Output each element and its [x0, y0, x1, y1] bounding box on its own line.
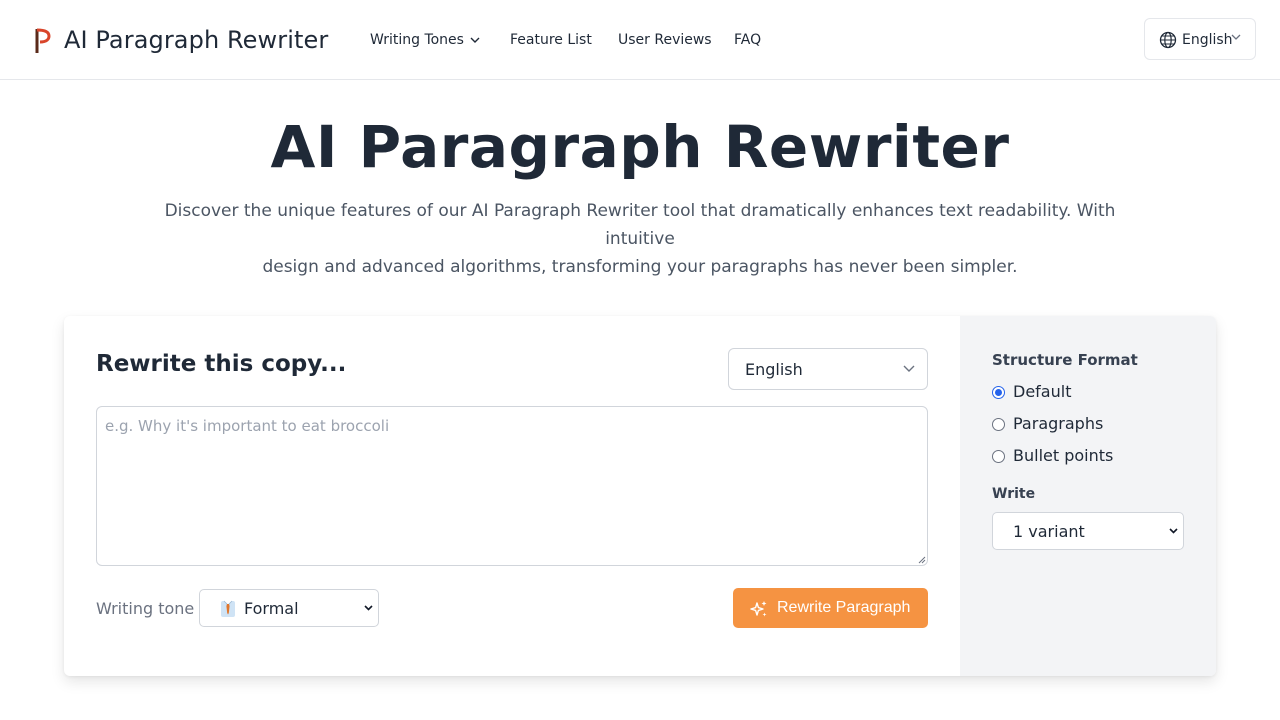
nav-writing-tones-label: Writing Tones: [370, 32, 464, 48]
writing-tone-select[interactable]: Formal: [199, 589, 379, 627]
structure-format-title: Structure Format: [992, 351, 1138, 369]
logo-icon[interactable]: [34, 27, 52, 54]
nav-faq[interactable]: FAQ: [734, 31, 761, 49]
page-title: AI Paragraph Rewriter: [270, 113, 1010, 181]
language-select[interactable]: English: [728, 348, 928, 390]
structure-option-label: Default: [1013, 382, 1072, 401]
form-title: Rewrite this copy...: [96, 351, 347, 377]
writing-tone-value: Formal: [244, 599, 299, 618]
subtitle-line-1: Discover the unique features of our AI P…: [164, 201, 1116, 249]
language-switcher[interactable]: English: [1144, 18, 1256, 60]
language-select-value: English: [745, 360, 803, 379]
variant-count-select[interactable]: 1 variant: [992, 512, 1184, 550]
nav-user-reviews[interactable]: User Reviews: [618, 31, 712, 49]
structure-option-label: Paragraphs: [1013, 414, 1104, 433]
structure-option-bullet-points[interactable]: Bullet points: [992, 445, 1122, 467]
resize-handle-icon[interactable]: [916, 554, 926, 564]
writing-tone-label: Writing tone: [96, 599, 195, 618]
page-subtitle: Discover the unique features of our AI P…: [140, 197, 1140, 281]
structure-option-default[interactable]: Default: [992, 381, 1112, 403]
chevron-down-icon: [470, 37, 480, 43]
chevron-down-icon: [1169, 528, 1178, 534]
logo-text[interactable]: AI Paragraph Rewriter: [64, 24, 328, 56]
structure-option-paragraphs[interactable]: Paragraphs: [992, 413, 1112, 435]
nav-feature-list[interactable]: Feature List: [510, 31, 592, 49]
rewrite-paragraph-button[interactable]: Rewrite Paragraph: [733, 588, 928, 628]
variant-count-value: 1 variant: [1013, 522, 1085, 541]
nav-writing-tones[interactable]: Writing Tones: [370, 31, 480, 49]
chevron-down-icon: [903, 365, 915, 372]
sparkles-icon: [750, 601, 767, 617]
radio-button[interactable]: [992, 418, 1005, 431]
subtitle-line-2: design and advanced algorithms, transfor…: [262, 257, 1018, 277]
structure-option-label: Bullet points: [1013, 446, 1114, 465]
chevron-down-icon: [364, 605, 373, 611]
rewrite-paragraph-button-label: Rewrite Paragraph: [777, 599, 911, 616]
necktie-emoji-icon: [221, 600, 235, 617]
radio-button[interactable]: [992, 450, 1005, 463]
language-switcher-label: English: [1182, 32, 1233, 48]
site-header: AI Paragraph Rewriter Writing Tones Feat…: [0, 0, 1280, 80]
globe-icon: [1159, 31, 1177, 49]
chevron-down-icon: [1231, 34, 1241, 40]
rewrite-input[interactable]: [96, 406, 928, 566]
rewriter-card: Rewrite this copy... English Writing ton…: [64, 316, 1216, 676]
radio-button[interactable]: [992, 386, 1005, 399]
write-label: Write: [992, 486, 1036, 502]
options-panel: Structure Format Default Paragraphs Bull…: [960, 316, 1216, 676]
